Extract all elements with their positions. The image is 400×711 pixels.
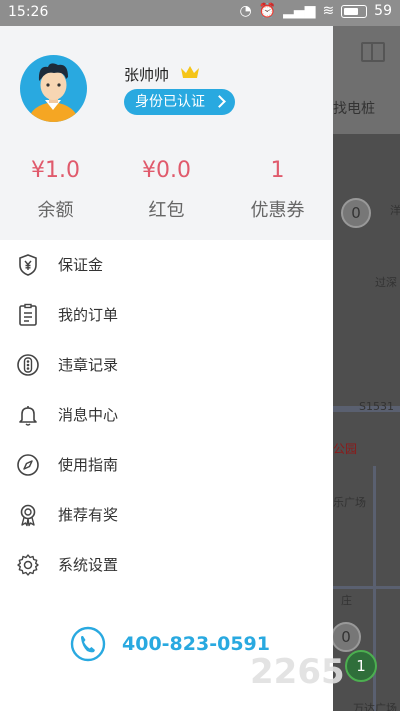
account-stats: ¥1.0 余额 ¥0.0 红包 1 优惠券 <box>0 158 333 222</box>
hotline-number: 400-823-0591 <box>122 633 270 655</box>
stat-label: 优惠券 <box>250 200 305 221</box>
user-name: 张帅帅 <box>124 66 170 84</box>
battery-icon <box>341 4 368 18</box>
map-charging-marker[interactable]: 1 <box>345 650 377 682</box>
menu-item-settings[interactable]: 系统设置 <box>0 540 333 590</box>
menu-item-label: 保证金 <box>58 256 104 274</box>
status-icons: ◔ ⏰ ▂▄▆ ≋ 59 <box>239 3 392 19</box>
signal-icon: ▂▄▆ <box>283 3 316 19</box>
menu-item-label: 使用指南 <box>58 456 119 474</box>
traffic-light-icon <box>17 354 39 376</box>
shield-yen-icon <box>19 254 37 276</box>
menu-item-label: 消息中心 <box>58 406 119 424</box>
map-background: 找电桩 洋 过深 S1531 公园 乐广场 庄 万达广场 0 0 1 <box>333 26 400 711</box>
identity-verified-label: 身份已认证 <box>135 94 205 110</box>
map-pin[interactable]: 0 <box>333 622 361 652</box>
stat-value: ¥0.0 <box>142 158 191 183</box>
map-label: 万达广场 <box>353 702 397 711</box>
menu-item-deposit[interactable]: 保证金 <box>0 240 333 290</box>
map-road <box>333 586 400 589</box>
menu-item-referral[interactable]: 推荐有奖 <box>0 490 333 540</box>
map-label: 乐广场 <box>333 496 366 509</box>
avatar[interactable] <box>20 55 87 122</box>
clipboard-icon <box>19 303 37 326</box>
menu-item-label: 违章记录 <box>58 356 119 374</box>
drawer-menu: 保证金 我的订单 违章记录 消息中心 使用指南 推荐有奖 系统设置 <box>0 240 333 590</box>
map-label: 公园 <box>333 442 358 456</box>
wifi-icon: ≋ <box>322 3 335 19</box>
profile-header: 张帅帅 身份已认证 ¥1.0 余额 ¥0.0 红包 1 优惠券 <box>0 26 333 240</box>
menu-item-label: 我的订单 <box>58 306 119 324</box>
side-drawer: 张帅帅 身份已认证 ¥1.0 余额 ¥0.0 红包 1 优惠券 保证金 我的订单… <box>0 26 333 711</box>
chevron-right-icon <box>213 95 226 108</box>
battery-level: 59 <box>374 3 392 19</box>
menu-item-messages[interactable]: 消息中心 <box>0 390 333 440</box>
stat-label: 红包 <box>148 200 185 221</box>
award-icon <box>20 504 36 527</box>
stat-value: 1 <box>270 158 285 183</box>
map-label: 庄 <box>341 594 352 607</box>
watermark: 2265 <box>250 652 345 692</box>
compass-icon <box>17 454 39 476</box>
stat-balance[interactable]: ¥1.0 余额 <box>0 158 111 222</box>
crown-icon <box>181 66 199 78</box>
map-pin[interactable]: 0 <box>341 198 371 228</box>
stat-label: 余额 <box>37 200 74 221</box>
map-label: 洋 <box>390 204 400 217</box>
gift-icon[interactable] <box>361 42 385 62</box>
status-bar: 15:26 ◔ ⏰ ▂▄▆ ≋ 59 <box>0 0 400 26</box>
map-label: 过深 <box>375 276 397 289</box>
gear-icon <box>17 554 39 576</box>
avatar-icon <box>28 63 79 122</box>
stat-value: ¥1.0 <box>31 158 80 183</box>
menu-item-label: 系统设置 <box>58 556 119 574</box>
phone-icon <box>70 626 106 662</box>
menu-item-label: 推荐有奖 <box>58 506 119 524</box>
map-label: S1531 <box>359 400 394 413</box>
bell-icon <box>19 406 37 426</box>
hotline[interactable]: 400-823-0591 <box>70 626 270 662</box>
alarm-icon: ⏰ <box>258 3 277 19</box>
map-top-text: 找电桩 <box>333 101 375 117</box>
menu-item-violations[interactable]: 违章记录 <box>0 340 333 390</box>
stat-coupons[interactable]: 1 优惠券 <box>222 158 333 222</box>
menu-item-orders[interactable]: 我的订单 <box>0 290 333 340</box>
menu-item-guide[interactable]: 使用指南 <box>0 440 333 490</box>
identity-verified-button[interactable]: 身份已认证 <box>124 89 235 115</box>
nfc-icon: ◔ <box>239 3 252 19</box>
stat-red-packet[interactable]: ¥0.0 红包 <box>111 158 222 222</box>
status-time: 15:26 <box>8 4 49 20</box>
